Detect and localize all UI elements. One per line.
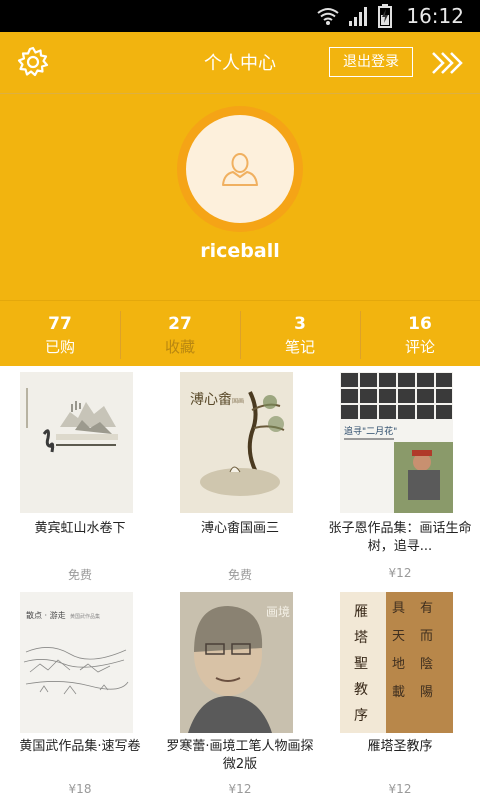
stat-label: 笔记 (284, 338, 315, 356)
book-cover[interactable] (20, 372, 133, 513)
book-title: 罗寒蕾·画境工笔人物画探微2版 (166, 739, 314, 772)
book-card[interactable]: 画境 罗寒蕾·画境工笔人物画探微2版 ¥12 (160, 586, 320, 800)
signal-icon (349, 7, 368, 26)
book-cover[interactable]: 画境 (180, 592, 293, 733)
avatar-ring (177, 106, 303, 232)
book-cover[interactable]: 溥心畬 国画 (180, 372, 293, 513)
status-bar: 16:12 (0, 0, 480, 32)
stat-notes[interactable]: 3 笔记 (240, 301, 360, 366)
svg-text:溥心畬: 溥心畬 (190, 391, 232, 408)
book-title: 黄国武作品集·速写卷 (19, 739, 141, 754)
app-header: 个人中心 退出登录 (0, 32, 480, 94)
person-icon (222, 153, 258, 186)
svg-text:雁: 雁 (354, 604, 368, 620)
book-cover[interactable]: 追寻"二月花" (340, 372, 453, 513)
status-icons: 16:12 (316, 0, 464, 32)
stat-comments[interactable]: 16 评论 (360, 301, 480, 366)
svg-text:陰: 陰 (420, 657, 433, 672)
wifi-icon (317, 8, 339, 25)
svg-text:天: 天 (392, 629, 405, 644)
stat-count: 16 (408, 314, 432, 334)
avatar[interactable] (186, 115, 294, 223)
svg-text:有: 有 (420, 601, 433, 616)
book-card[interactable]: 雁 塔 聖 教 序 具有 天而 地陰 載陽 雁塔圣教序 ¥12 (320, 586, 480, 800)
svg-text:塔: 塔 (354, 630, 368, 646)
svg-text:具: 具 (392, 601, 405, 616)
svg-text:陽: 陽 (420, 685, 433, 700)
stat-count: 77 (48, 314, 72, 334)
stat-purchased[interactable]: 77 已购 (0, 301, 120, 366)
stat-label: 评论 (404, 338, 435, 356)
profile-section: riceball (0, 94, 480, 300)
svg-text:載: 載 (392, 685, 405, 700)
book-title: 溥心畬国画三 (200, 521, 279, 536)
stat-label: 收藏 (164, 338, 195, 356)
book-cover[interactable]: 散点 · 游走 黄国武作品集 (20, 592, 133, 733)
stats-bar: 77 已购 27 收藏 3 笔记 16 评论 (0, 300, 480, 366)
svg-text:黄国武作品集: 黄国武作品集 (70, 613, 100, 620)
book-price: 免费 (67, 568, 92, 582)
book-title: 黄宾虹山水卷下 (34, 521, 126, 536)
svg-text:地: 地 (392, 657, 405, 672)
svg-text:追寻"二月花": 追寻"二月花" (344, 425, 397, 437)
double-chevron-right-icon[interactable] (430, 50, 464, 76)
logout-button[interactable]: 退出登录 (329, 47, 413, 77)
book-card[interactable]: 追寻"二月花" 张子恩作品集：画话生命树，追寻... ¥12 (320, 366, 480, 586)
book-price: ¥12 (388, 566, 412, 580)
stat-count: 3 (294, 314, 306, 334)
status-time: 16:12 (406, 4, 464, 28)
book-price: 免费 (227, 568, 252, 582)
book-card[interactable]: 黄宾虹山水卷下 免费 (0, 366, 160, 586)
battery-icon (378, 4, 393, 28)
book-price: ¥12 (228, 782, 252, 796)
stat-favorites[interactable]: 27 收藏 (120, 301, 240, 366)
stat-label: 已购 (44, 338, 75, 356)
svg-text:聖: 聖 (354, 656, 368, 672)
book-card[interactable]: 散点 · 游走 黄国武作品集 黄国武作品集·速写卷 ¥18 (0, 586, 160, 800)
svg-text:教: 教 (354, 682, 368, 698)
book-title: 雁塔圣教序 (367, 739, 433, 754)
svg-text:画境: 画境 (266, 604, 290, 619)
svg-text:序: 序 (354, 708, 368, 724)
svg-text:国画: 国画 (232, 398, 244, 405)
username: riceball (200, 240, 280, 262)
book-price: ¥12 (388, 782, 412, 796)
book-cover[interactable]: 雁 塔 聖 教 序 具有 天而 地陰 載陽 (340, 592, 453, 733)
stat-count: 27 (168, 314, 192, 334)
book-card[interactable]: 溥心畬 国画 溥心畬国画三 免费 (160, 366, 320, 586)
book-price: ¥18 (68, 782, 92, 796)
svg-text:散点 · 游走: 散点 · 游走 (26, 610, 66, 620)
book-title: 张子恩作品集：画话生命树，追寻... (328, 521, 472, 554)
svg-text:而: 而 (420, 629, 433, 644)
